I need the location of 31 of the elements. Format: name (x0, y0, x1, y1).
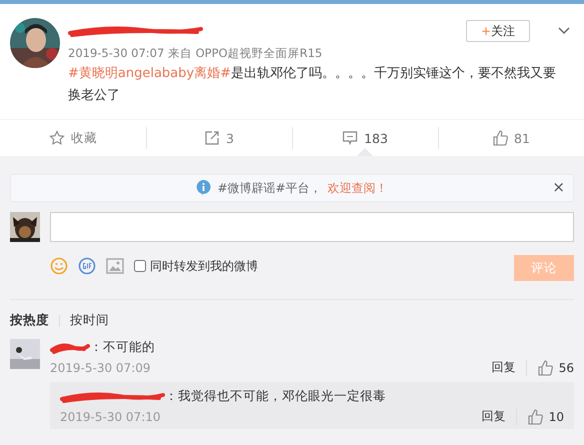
close-button[interactable]: × (552, 178, 565, 196)
info-icon (196, 180, 212, 196)
thumbs-up-icon (492, 130, 508, 146)
repost-label: 同时转发到我的微博 (150, 258, 258, 274)
chevron-down-icon[interactable] (558, 27, 570, 35)
post-meta: 2019-5-30 07:07 来自 OPPO超视野全面屏R15 (68, 46, 324, 61)
emoji-icon[interactable] (50, 257, 68, 275)
follow-button[interactable]: +关注 (466, 20, 530, 42)
share-icon (204, 130, 220, 146)
sort-tab[interactable]: 按热度 (10, 312, 49, 329)
comment-text: ：不可能的 (90, 339, 155, 356)
gif-icon[interactable] (78, 257, 96, 275)
favorite-action[interactable]: 收藏 (0, 120, 146, 156)
comment-icon (342, 130, 358, 146)
reply-link[interactable]: 回复 (472, 408, 516, 425)
thumbs-up-icon (526, 408, 543, 424)
redaction-scribble (50, 340, 90, 354)
image-icon[interactable] (106, 258, 124, 274)
like-button[interactable]: 10 (516, 408, 564, 424)
like-button[interactable]: 56 (526, 360, 574, 376)
thumbs-up-icon (536, 360, 553, 376)
comment-time: 2019-5-30 07:09 (50, 360, 150, 374)
repost-checkbox[interactable] (134, 260, 146, 272)
comment-input-field[interactable] (50, 212, 574, 242)
comment-time: 2019-5-30 07:10 (60, 410, 160, 424)
notice-text: #微博辟谣#平台， (217, 180, 322, 196)
comment-text: ：我觉得也不可能，邓伦眼光一定很毒 (165, 388, 386, 405)
reply-link[interactable]: 回复 (482, 359, 526, 376)
post-text: #黄晓明angelababy离婚#是出轨邓伦了吗。。。。千万别实锤这个，要不然我又要换老公了 (68, 65, 557, 105)
star-icon (49, 130, 65, 146)
sort-tab[interactable]: 按时间 (70, 312, 109, 329)
